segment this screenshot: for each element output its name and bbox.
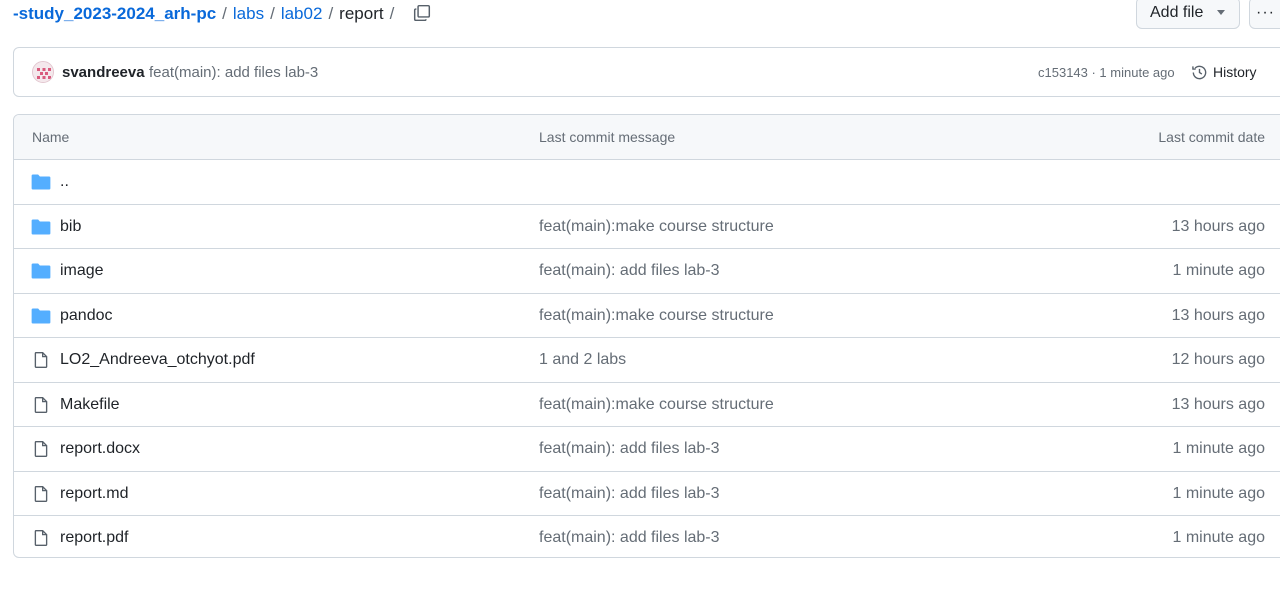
chevron-down-icon (1217, 10, 1225, 15)
file-commit-date: 13 hours ago (1171, 395, 1265, 413)
copy-path-button[interactable] (410, 2, 434, 24)
file-commit-date: 1 minute ago (1172, 529, 1265, 546)
file-icon (31, 485, 51, 503)
file-name-link[interactable]: report.md (60, 484, 128, 504)
top-bar: -study_2023-2024_arh-pc / labs / lab02 /… (0, 0, 1280, 30)
table-row[interactable]: bib feat(main):make course structure 13 ho… (14, 205, 1280, 249)
file-name-link[interactable]: pandoc (60, 306, 113, 326)
commit-meta[interactable]: c153143 · 1 minute ago (1038, 64, 1175, 82)
add-file-button[interactable]: Add file (1136, 0, 1240, 29)
table-row[interactable]: report.md feat(main): add files lab-3 1 mi… (14, 472, 1280, 516)
avatar[interactable] (32, 61, 54, 83)
add-file-label: Add file (1150, 4, 1204, 21)
file-commit-message-link[interactable]: feat(main):make course structure (539, 217, 774, 237)
history-button[interactable]: History (1191, 62, 1257, 82)
file-commit-message-link[interactable]: feat(main): add files lab-3 (539, 528, 720, 548)
history-icon (1192, 65, 1207, 79)
file-name-link[interactable]: report.docx (60, 439, 140, 459)
file-name-link[interactable]: image (60, 261, 104, 281)
latest-commit-box: svandreeva feat(main): add files lab-3 c… (13, 47, 1280, 97)
file-commit-date: 1 minute ago (1172, 484, 1265, 502)
breadcrumb-separator: / (328, 4, 334, 23)
breadcrumb-separator: / (270, 4, 275, 23)
table-row[interactable]: Makefile feat(main):make course structure… (14, 383, 1280, 427)
more-options-button[interactable]: ··· (1249, 0, 1280, 29)
file-commit-date: 13 hours ago (1171, 306, 1265, 324)
kebab-horizontal-icon: ··· (1256, 4, 1275, 21)
file-commit-message-link[interactable]: feat(main): add files lab-3 (539, 439, 720, 459)
column-header-date: Last commit date (1158, 129, 1265, 145)
table-row[interactable]: .. (14, 160, 1280, 205)
file-icon (31, 529, 51, 547)
history-label: History (1213, 64, 1257, 80)
file-name-link[interactable]: LO2_Andreeva_otchyot.pdf (60, 350, 255, 370)
file-commit-date: 13 hours ago (1171, 217, 1265, 235)
breadcrumb: -study_2023-2024_arh-pc / labs / lab02 /… (13, 3, 400, 25)
file-commit-message-link[interactable]: feat(main):make course structure (539, 395, 774, 415)
folder-icon (31, 173, 51, 191)
file-name-link[interactable]: .. (60, 172, 69, 192)
commit-message-link[interactable]: feat(main): add files lab-3 (149, 63, 318, 83)
folder-icon (31, 218, 51, 236)
file-commit-message-link[interactable]: feat(main): add files lab-3 (539, 261, 720, 281)
file-commit-date: 1 minute ago (1172, 262, 1265, 279)
folder-icon (31, 307, 51, 325)
file-icon (31, 440, 51, 458)
file-commit-message-link[interactable]: feat(main): add files lab-3 (539, 484, 720, 504)
table-row[interactable]: image feat(main): add files lab-3 1 minute… (14, 249, 1280, 294)
table-row[interactable]: report.pdf feat(main): add files lab-3 1 m… (14, 516, 1280, 557)
file-name-link[interactable]: bib (60, 217, 81, 237)
commit-author-link[interactable]: svandreeva (62, 63, 145, 83)
file-commit-date: 12 hours ago (1171, 351, 1265, 368)
file-commit-message-link[interactable]: 1 and 2 labs (539, 350, 626, 370)
breadcrumb-labs-link[interactable]: labs (233, 3, 264, 25)
breadcrumb-current: report (339, 4, 384, 23)
column-header-name: Name (32, 129, 70, 145)
file-name-link[interactable]: report.pdf (60, 528, 128, 548)
breadcrumb-separator: / (389, 4, 395, 23)
column-header-message: Last commit message (539, 129, 676, 145)
breadcrumb-separator: / (222, 4, 227, 23)
file-name-link[interactable]: Makefile (60, 395, 120, 415)
avatar-identicon (33, 62, 53, 82)
file-icon (31, 396, 51, 414)
copy-icon (413, 4, 431, 22)
file-commit-message-link[interactable]: feat(main):make course structure (539, 306, 774, 326)
table-row[interactable]: pandoc feat(main):make course structure 13… (14, 294, 1280, 338)
folder-icon (31, 262, 51, 280)
table-row[interactable]: LO2_Andreeva_otchyot.pdf 1 and 2 labs 12 h… (14, 338, 1280, 383)
breadcrumb-repo-link[interactable]: -study_2023-2024_arh-pc (13, 3, 216, 25)
table-header: Name Last commit message Last commit dat… (14, 115, 1280, 160)
breadcrumb-lab02-link[interactable]: lab02 (281, 3, 323, 25)
table-row[interactable]: report.docx feat(main): add files lab-3 1 … (14, 427, 1280, 472)
file-table: Name Last commit message Last commit dat… (13, 114, 1280, 558)
file-icon (31, 351, 51, 369)
file-commit-date: 1 minute ago (1172, 440, 1265, 457)
